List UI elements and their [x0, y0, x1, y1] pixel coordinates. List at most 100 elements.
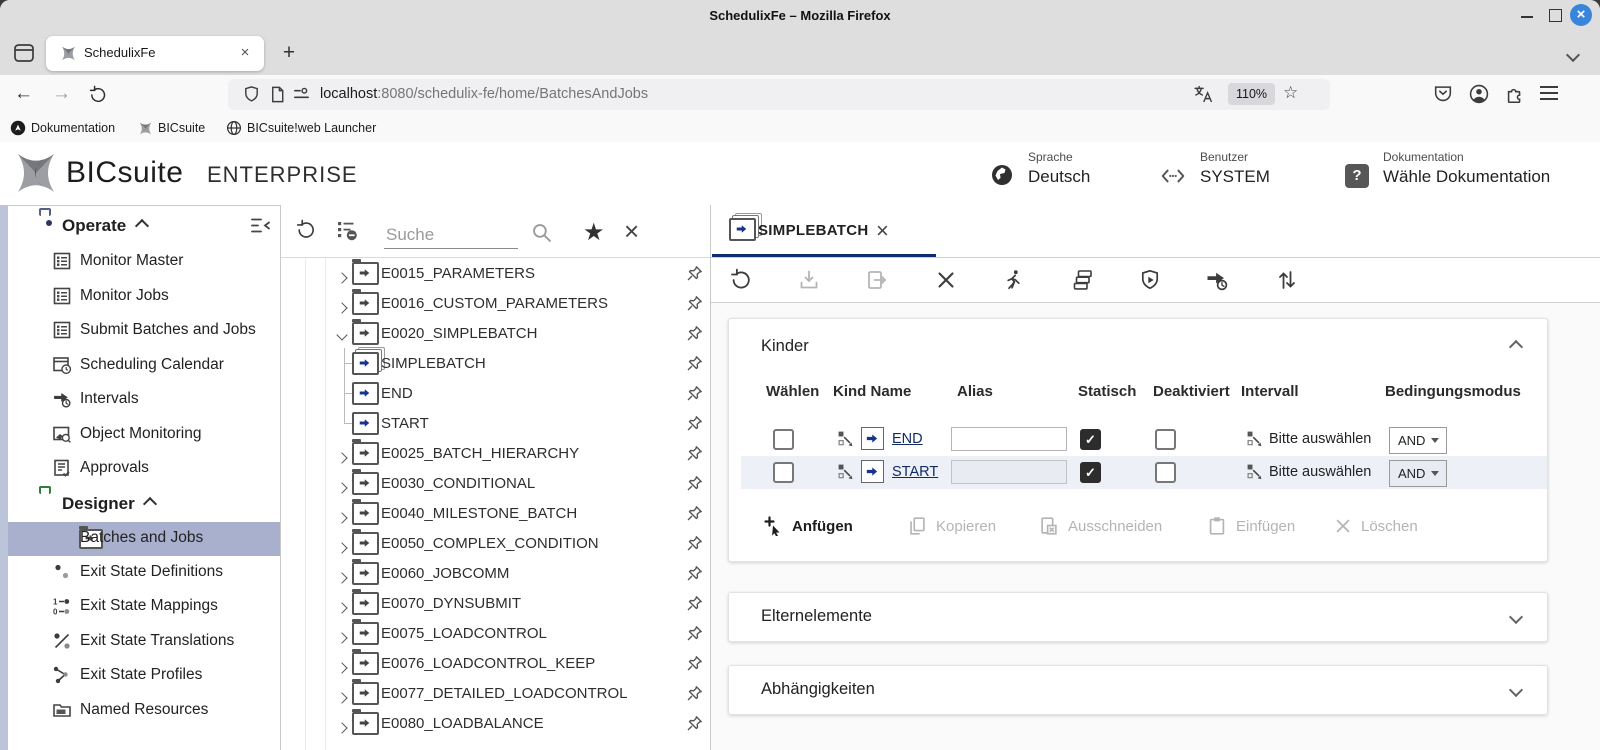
clear-search-icon[interactable]: ×	[624, 216, 639, 247]
sidebar-item-exit-state-profiles[interactable]: Exit State Profiles	[8, 659, 280, 693]
sidebar-item-batches-and-jobs[interactable]: Batches and Jobs	[8, 522, 280, 556]
page-security-icon[interactable]	[268, 85, 287, 104]
pin-icon[interactable]	[687, 265, 703, 281]
bookmark-bicsuite[interactable]: BICsuite	[138, 119, 205, 137]
chevron-right-icon[interactable]	[336, 719, 348, 737]
bookmark-web-launcher[interactable]: BICsuite!web Launcher	[226, 119, 376, 137]
choose-icon[interactable]	[1246, 463, 1263, 480]
documentation-selector[interactable]: ? Dokumentation Wähle Dokumentation	[1345, 150, 1550, 188]
statisch-checkbox[interactable]: ✓	[1080, 462, 1101, 483]
reload-icon[interactable]	[88, 85, 108, 105]
sidebar-scrollbar-thumb[interactable]	[0, 205, 8, 750]
abhaengigkeiten-section[interactable]: Abhängigkeiten	[728, 665, 1548, 715]
chevron-right-icon[interactable]	[336, 629, 348, 647]
refresh-icon[interactable]	[729, 268, 753, 292]
pin-icon[interactable]	[687, 385, 703, 401]
choose-icon[interactable]	[837, 430, 854, 447]
intervall-placeholder[interactable]: Bitte auswählen	[1269, 464, 1371, 480]
sidebar-section-operate[interactable]: Operate	[8, 209, 280, 244]
chevron-right-icon[interactable]	[336, 599, 348, 617]
tree-row[interactable]: E0070_DYNSUBMIT	[281, 588, 710, 618]
save-and-close-icon[interactable]	[865, 268, 889, 292]
sidebar-item-object-monitoring[interactable]: Object Monitoring	[8, 418, 280, 452]
sidebar-item-intervals[interactable]: Intervals	[8, 383, 280, 417]
einfuegen-button[interactable]: Einfügen	[1206, 511, 1295, 541]
tree-row[interactable]: E0077_DETAILED_LOADCONTROL	[281, 678, 710, 708]
sidebar-item-approvals[interactable]: Approvals	[8, 452, 280, 486]
sidebar-item-exit-state-translations[interactable]: Exit State Translations	[8, 625, 280, 659]
tree-row[interactable]: E0040_MILESTONE_BATCH	[281, 498, 710, 528]
pin-icon[interactable]	[687, 475, 703, 491]
child-name-link[interactable]: START	[892, 464, 938, 480]
pin-icon[interactable]	[687, 595, 703, 611]
tree-row[interactable]: E0076_LOADCONTROL_KEEP	[281, 648, 710, 678]
sidebar-item-monitor-master[interactable]: Monitor Master	[8, 245, 280, 279]
chevron-right-icon[interactable]	[336, 539, 348, 557]
tree-row[interactable]: SIMPLEBATCH	[281, 348, 710, 378]
url-text[interactable]: localhost:8080/schedulix-fe/home/Batches…	[320, 86, 648, 102]
pin-icon[interactable]	[687, 625, 703, 641]
shield-play-icon[interactable]	[1138, 268, 1162, 292]
anfuegen-button[interactable]: Anfügen	[764, 511, 853, 541]
refresh-icon[interactable]	[295, 219, 317, 241]
chevron-right-icon[interactable]	[336, 659, 348, 677]
account-icon[interactable]	[1468, 83, 1490, 105]
collapse-section-icon[interactable]	[1508, 339, 1524, 357]
child-name-link[interactable]: END	[892, 431, 923, 447]
sidebar-section-designer[interactable]: Designer	[8, 487, 280, 522]
bedingungsmodus-select[interactable]: AND	[1389, 427, 1447, 454]
pin-icon[interactable]	[687, 715, 703, 731]
list-all-tabs-icon[interactable]	[1565, 47, 1581, 63]
detail-tab-close-icon[interactable]: ×	[876, 218, 889, 244]
close-icon[interactable]	[934, 268, 958, 292]
tree-row[interactable]: E0015_PARAMETERS	[281, 258, 710, 288]
batch-list-icon[interactable]	[1071, 268, 1095, 292]
select-checkbox[interactable]	[773, 429, 794, 450]
ausschneiden-button[interactable]: Ausschneiden	[1038, 511, 1162, 541]
pin-icon[interactable]	[687, 445, 703, 461]
tree-row[interactable]: E0016_CUSTOM_PARAMETERS	[281, 288, 710, 318]
pin-icon[interactable]	[687, 295, 703, 311]
permissions-icon[interactable]	[292, 85, 311, 104]
chevron-right-icon[interactable]	[336, 449, 348, 467]
search-icon[interactable]	[531, 222, 552, 243]
url-bar[interactable]: localhost:8080/schedulix-fe/home/Batches…	[228, 79, 1330, 110]
zoom-level-badge[interactable]: 110%	[1228, 83, 1276, 105]
chevron-right-icon[interactable]	[336, 509, 348, 527]
language-selector[interactable]: Sprache Deutsch	[990, 150, 1090, 187]
tree-row[interactable]: E0025_BATCH_HIERARCHY	[281, 438, 710, 468]
tree-row[interactable]: END	[281, 378, 710, 408]
save-icon[interactable]	[797, 268, 821, 292]
tree-row[interactable]: E0080_LOADBALANCE	[281, 708, 710, 738]
menu-icon[interactable]	[1540, 86, 1558, 100]
tree-row[interactable]: E0050_COMPLEX_CONDITION	[281, 528, 710, 558]
elternelemente-section[interactable]: Elternelemente	[728, 592, 1548, 642]
collapse-sidebar-icon[interactable]	[248, 214, 272, 238]
collapse-tree-icon[interactable]	[335, 218, 359, 242]
sidebar-item-named-resources[interactable]: Named Resources	[8, 694, 280, 728]
submit-run-icon[interactable]	[1002, 268, 1026, 292]
pin-icon[interactable]	[687, 685, 703, 701]
intervall-placeholder[interactable]: Bitte auswählen	[1269, 431, 1371, 447]
forward-icon[interactable]: →	[52, 83, 71, 105]
tree-row[interactable]: E0030_CONDITIONAL	[281, 468, 710, 498]
tree-row[interactable]: E0060_JOBCOMM	[281, 558, 710, 588]
new-tab-button[interactable]: +	[276, 40, 302, 66]
sidebar-item-exit-state-mappings[interactable]: Exit State Mappings	[8, 590, 280, 624]
deaktiviert-checkbox[interactable]	[1155, 429, 1176, 450]
user-selector[interactable]: Benutzer SYSTEM	[1160, 150, 1270, 187]
bookmark-star-icon[interactable]: ☆	[1283, 83, 1298, 103]
expand-section-icon[interactable]	[1508, 609, 1524, 627]
translate-icon[interactable]	[1193, 84, 1214, 105]
firefox-view-icon[interactable]	[12, 41, 36, 65]
loeschen-button[interactable]: Löschen	[1333, 511, 1418, 541]
bedingungsmodus-select[interactable]: AND	[1389, 460, 1447, 487]
bookmark-dokumentation[interactable]: Dokumentation	[10, 119, 115, 137]
sort-icon[interactable]	[1275, 268, 1299, 292]
chevron-right-icon[interactable]	[336, 479, 348, 497]
sidebar-item-monitor-jobs[interactable]: Monitor Jobs	[8, 280, 280, 314]
chevron-down-icon[interactable]	[336, 326, 348, 344]
pin-icon[interactable]	[687, 565, 703, 581]
search-input[interactable]	[384, 222, 518, 249]
chevron-right-icon[interactable]	[336, 569, 348, 587]
